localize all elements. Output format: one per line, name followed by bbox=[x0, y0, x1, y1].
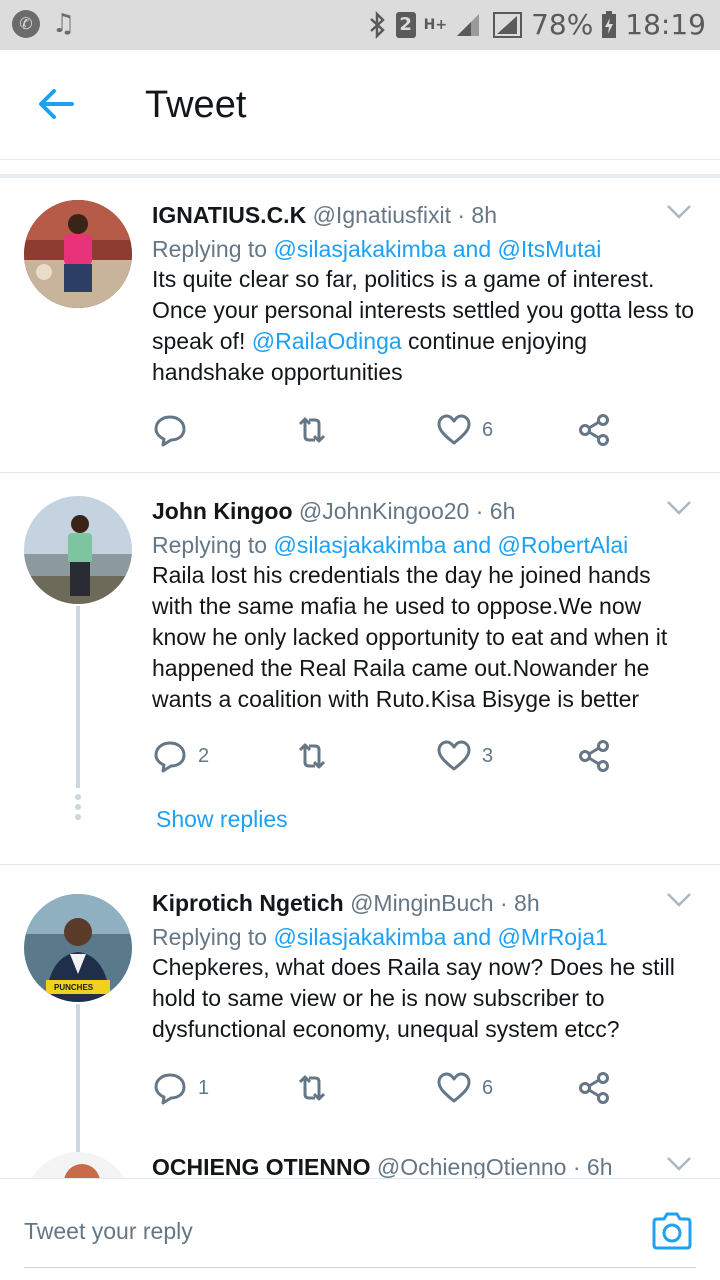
replying-mentions[interactable]: @silasjakakimba and @RobertAlai bbox=[273, 532, 628, 558]
share-button[interactable] bbox=[576, 1068, 612, 1108]
chevron-down-icon[interactable] bbox=[666, 1156, 692, 1172]
retweet-button[interactable] bbox=[294, 736, 340, 776]
tweet-actions: 6 bbox=[152, 410, 622, 450]
thread-line bbox=[76, 1004, 80, 1154]
replying-mentions[interactable]: @silasjakakimba and @MrRoja1 bbox=[273, 924, 607, 950]
heart-icon bbox=[437, 414, 471, 445]
tweet-actions: 2 3 bbox=[152, 736, 622, 776]
thread-line bbox=[76, 606, 80, 788]
reply-button[interactable]: 2 bbox=[152, 736, 209, 776]
like-button[interactable]: 6 bbox=[436, 410, 493, 450]
heart-icon bbox=[437, 740, 471, 771]
tweet-actions: 1 6 bbox=[152, 1068, 622, 1108]
camera-icon[interactable] bbox=[650, 1211, 694, 1251]
tweet-header: John Kingoo @JohnKingoo20 · 6h bbox=[152, 494, 515, 528]
avatar[interactable] bbox=[24, 496, 132, 604]
like-count: 6 bbox=[482, 1076, 494, 1099]
sim-badge: 2 bbox=[395, 12, 416, 38]
replying-to: Replying to @silasjakakimba and @ItsMuta… bbox=[152, 232, 601, 266]
reply-icon bbox=[154, 1073, 186, 1105]
tweet-header: OCHIENG OTIENNO @OchiengOtienno · 6h bbox=[152, 1150, 613, 1178]
share-button[interactable] bbox=[576, 736, 612, 776]
whatsapp-icon: ✆ bbox=[12, 10, 40, 38]
display-name[interactable]: Kiprotich Ngetich bbox=[152, 890, 344, 916]
heart-icon bbox=[437, 1072, 471, 1103]
retweet-icon bbox=[298, 1075, 326, 1101]
reply-compose-bar: Tweet your reply bbox=[0, 1178, 720, 1280]
display-name[interactable]: John Kingoo bbox=[152, 498, 293, 524]
tweet-item[interactable]: OCHIENG OTIENNO @OchiengOtienno · 6h bbox=[0, 1150, 720, 1178]
reply-feed[interactable]: IGNATIUS.C.K @Ignatiusfixit · 8h Replyin… bbox=[0, 160, 720, 1178]
clock: 18:19 bbox=[625, 8, 706, 41]
tweet-item[interactable]: IGNATIUS.C.K @Ignatiusfixit · 8h Replyin… bbox=[0, 198, 720, 474]
replying-to: Replying to @silasjakakimba and @MrRoja1 bbox=[152, 920, 608, 954]
status-bar: ✆ ♫ 2 H+ 78% 18:19 bbox=[0, 0, 720, 50]
tweet-header: Kiprotich Ngetich @MinginBuch · 8h bbox=[152, 886, 540, 920]
tweet-text: Its quite clear so far, politics is a ga… bbox=[152, 264, 697, 388]
reply-button[interactable]: 1 bbox=[152, 1068, 209, 1108]
retweet-button[interactable] bbox=[294, 410, 340, 450]
reply-button[interactable] bbox=[152, 410, 198, 450]
signal-icon bbox=[457, 14, 480, 36]
mention-link[interactable]: @RailaOdinga bbox=[252, 328, 402, 354]
reply-input[interactable]: Tweet your reply bbox=[24, 1215, 193, 1247]
replying-to: Replying to @silasjakakimba and @RobertA… bbox=[152, 528, 628, 562]
retweet-button[interactable] bbox=[294, 1068, 340, 1108]
retweet-icon bbox=[298, 743, 326, 769]
display-name[interactable]: OCHIENG OTIENNO bbox=[152, 1154, 371, 1178]
share-icon bbox=[579, 1072, 609, 1104]
reply-icon bbox=[154, 741, 186, 773]
reply-count: 1 bbox=[198, 1076, 210, 1099]
avatar[interactable] bbox=[24, 1152, 132, 1178]
like-count: 3 bbox=[482, 744, 494, 767]
share-button[interactable] bbox=[576, 410, 612, 450]
replying-prefix: Replying to bbox=[152, 236, 268, 262]
section-divider bbox=[0, 174, 720, 178]
reply-count: 2 bbox=[198, 744, 210, 767]
divider bbox=[0, 472, 720, 473]
share-icon bbox=[579, 414, 609, 446]
battery-charging-icon bbox=[602, 11, 617, 38]
retweet-icon bbox=[298, 417, 326, 443]
replying-prefix: Replying to bbox=[152, 532, 268, 558]
chevron-down-icon[interactable] bbox=[666, 500, 692, 516]
page-title: Tweet bbox=[145, 84, 247, 126]
input-underline bbox=[24, 1267, 696, 1268]
tweet-item[interactable]: John Kingoo @JohnKingoo20 · 6h Replying … bbox=[0, 494, 720, 864]
tweet-header: IGNATIUS.C.K @Ignatiusfixit · 8h bbox=[152, 198, 497, 232]
replying-prefix: Replying to bbox=[152, 924, 268, 950]
avatar[interactable]: PUNCHES bbox=[24, 894, 132, 1002]
chevron-down-icon[interactable] bbox=[666, 892, 692, 908]
avatar[interactable] bbox=[24, 200, 132, 308]
app-bar: Tweet bbox=[0, 50, 720, 160]
music-note-icon: ♫ bbox=[52, 9, 76, 39]
tweet-text: Raila lost his credentials the day he jo… bbox=[152, 562, 668, 712]
arrow-left-icon[interactable] bbox=[36, 86, 76, 122]
battery-percent: 78% bbox=[531, 8, 594, 41]
handle-time: @JohnKingoo20 · 6h bbox=[298, 498, 516, 524]
handle-time: @Ignatiusfixit · 8h bbox=[312, 202, 498, 228]
divider bbox=[0, 864, 720, 865]
bluetooth-icon bbox=[369, 11, 385, 39]
like-button[interactable]: 3 bbox=[436, 736, 493, 776]
reply-icon bbox=[154, 415, 186, 447]
handle-time: @MinginBuch · 8h bbox=[350, 890, 540, 916]
like-button[interactable]: 6 bbox=[436, 1068, 493, 1108]
like-count: 6 bbox=[482, 418, 494, 441]
network-type: H+ bbox=[423, 17, 448, 33]
handle-time: @OchiengOtienno · 6h bbox=[376, 1154, 613, 1178]
share-icon bbox=[579, 740, 609, 772]
display-name[interactable]: IGNATIUS.C.K bbox=[152, 202, 306, 228]
show-replies-link[interactable]: Show replies bbox=[156, 804, 288, 834]
signal-icon-2 bbox=[493, 12, 523, 38]
tweet-item[interactable]: PUNCHES Kiprotich Ngetich @MinginBuch · … bbox=[0, 886, 720, 1156]
thread-dots bbox=[75, 794, 81, 824]
chevron-down-icon[interactable] bbox=[666, 204, 692, 220]
avatar-badge: PUNCHES bbox=[54, 983, 94, 992]
replying-mentions[interactable]: @silasjakakimba and @ItsMutai bbox=[273, 236, 601, 262]
tweet-text: Chepkeres, what does Raila say now? Does… bbox=[152, 954, 675, 1042]
